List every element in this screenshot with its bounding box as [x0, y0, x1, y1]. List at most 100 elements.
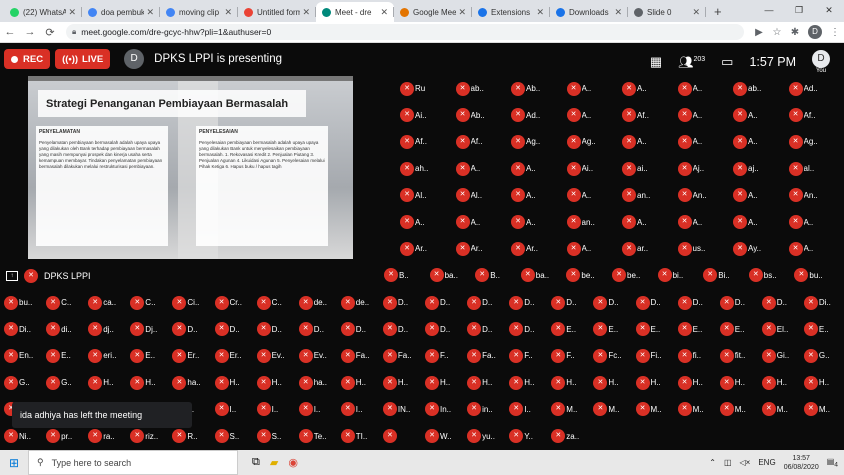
extensions-icon[interactable]: ✱ — [786, 27, 804, 38]
browser-tab[interactable]: Slide 0 ✕ — [628, 2, 706, 22]
participant-tile[interactable]: ✕ B.. — [475, 263, 514, 288]
tray-arrow-icon[interactable]: ⌃ — [709, 458, 716, 467]
participant-tile[interactable]: ✕ Ad.. — [788, 76, 828, 101]
participant-tile[interactable]: ✕ M.. — [551, 397, 590, 422]
participant-tile[interactable]: ✕ Af.. — [400, 129, 439, 154]
participant-tile[interactable]: ✕ H.. — [593, 370, 632, 395]
browser-tab[interactable]: Untitled form ✕ — [238, 2, 316, 22]
participant-tile[interactable]: ✕ H.. — [719, 370, 759, 395]
participant-tile[interactable]: ✕ D.. — [467, 290, 506, 315]
task-view-icon[interactable]: ⧉ — [252, 456, 260, 469]
participant-tile[interactable]: ✕ A.. — [733, 129, 772, 154]
participant-tile[interactable]: ✕ D.. — [172, 317, 211, 342]
browser-tab[interactable]: (22) WhatsApp✕ — [4, 2, 82, 22]
close-tab-icon[interactable]: ✕ — [224, 7, 232, 18]
participant-tile[interactable]: ✕ A.. — [622, 129, 661, 154]
participant-tile[interactable]: ✕ M.. — [719, 397, 759, 422]
participant-tile[interactable]: ✕ an.. — [566, 210, 606, 235]
participant-tile[interactable]: ✕ D.. — [593, 290, 632, 315]
star-icon[interactable]: ☆ — [768, 27, 786, 38]
participant-tile[interactable]: ✕ D.. — [425, 290, 464, 315]
self-avatar[interactable]: D You — [812, 50, 830, 74]
participant-tile[interactable]: ✕ Af.. — [788, 103, 828, 128]
network-icon[interactable]: ◫ — [724, 458, 732, 467]
participant-tile[interactable]: ✕ bu.. — [4, 290, 43, 315]
participant-tile[interactable]: ✕ H.. — [467, 370, 506, 395]
participant-tile[interactable]: ✕ H.. — [677, 370, 717, 395]
participant-tile[interactable]: ✕ Dj.. — [130, 317, 169, 342]
present-screen-icon[interactable]: ↑ — [6, 271, 18, 281]
menu-icon[interactable]: ⋮ — [826, 27, 844, 38]
participant-tile[interactable]: ✕ M.. — [803, 397, 843, 422]
participant-tile[interactable]: ✕ D.. — [298, 317, 338, 342]
participant-tile[interactable]: ✕ H.. — [803, 370, 843, 395]
participant-tile[interactable]: ✕ Te.. — [298, 424, 338, 449]
participant-tile[interactable]: ✕ A.. — [677, 210, 717, 235]
participant-tile[interactable]: ✕ A.. — [566, 236, 606, 261]
participant-tile[interactable]: ✕ E.. — [593, 317, 632, 342]
participant-tile[interactable]: ✕ Ai.. — [566, 156, 606, 181]
participant-tile[interactable]: ✕ E.. — [635, 317, 675, 342]
participant-tile[interactable]: ✕ za.. — [551, 424, 590, 449]
participant-tile[interactable]: ✕ Ev.. — [298, 343, 338, 368]
participant-tile[interactable]: ✕ Fc.. — [593, 343, 632, 368]
close-tab-icon[interactable]: ✕ — [68, 7, 76, 18]
participant-tile[interactable]: ✕ Ag.. — [566, 129, 606, 154]
participant-tile[interactable]: ✕ D.. — [719, 290, 759, 315]
participant-tile[interactable]: ✕ A.. — [788, 210, 828, 235]
participant-tile[interactable]: ✕ G.. — [46, 370, 85, 395]
participant-tile[interactable]: ✕ Ev.. — [256, 343, 296, 368]
participant-tile[interactable]: ✕ G.. — [4, 370, 43, 395]
participant-tile[interactable]: ✕ Fa.. — [382, 343, 422, 368]
close-tab-icon[interactable]: ✕ — [458, 7, 466, 18]
participant-tile[interactable]: ✕ D.. — [551, 290, 590, 315]
participant-tile[interactable]: ✕ A.. — [455, 210, 495, 235]
participant-tile[interactable]: ✕ A.. — [566, 76, 606, 101]
participant-tile[interactable]: ✕ D.. — [509, 290, 548, 315]
participant-tile[interactable]: ✕ D.. — [677, 290, 717, 315]
participant-tile[interactable]: ✕ H.. — [551, 370, 590, 395]
chat-icon[interactable]: ▭ — [721, 54, 733, 70]
participant-tile[interactable]: ✕ A.. — [622, 76, 661, 101]
participant-tile[interactable]: ✕I.. — [340, 397, 380, 422]
participant-tile[interactable]: ✕ G.. — [803, 343, 843, 368]
participant-tile[interactable]: ✕ Di.. — [803, 290, 843, 315]
participant-tile[interactable]: ✕ Ci.. — [172, 290, 211, 315]
participant-tile[interactable]: ✕ W.. — [425, 424, 464, 449]
participant-tile[interactable]: ✕ A.. — [566, 183, 606, 208]
participant-tile[interactable]: ✕ F.. — [551, 343, 590, 368]
participant-tile[interactable]: ✕ H.. — [761, 370, 801, 395]
participant-tile[interactable]: ✕ in.. — [467, 397, 506, 422]
taskbar-clock[interactable]: 13:57 06/08/2020 — [784, 454, 819, 472]
participant-tile[interactable]: ✕ D.. — [467, 317, 506, 342]
participant-tile[interactable]: ✕ H.. — [130, 370, 169, 395]
participant-tile[interactable]: ✕ aj.. — [733, 156, 772, 181]
participant-tile[interactable]: ✕ Di.. — [4, 317, 43, 342]
participant-tile[interactable]: ✕ A.. — [455, 156, 495, 181]
participant-tile[interactable]: ✕ Er.. — [172, 343, 211, 368]
participant-tile[interactable]: ✕I.. — [298, 397, 338, 422]
participant-tile[interactable]: ✕ Ai.. — [400, 103, 439, 128]
close-tab-icon[interactable]: ✕ — [536, 7, 544, 18]
participant-tile[interactable]: ✕ Ag.. — [511, 129, 550, 154]
participant-tile[interactable]: ✕ En.. — [4, 343, 43, 368]
participant-tile[interactable]: ✕ E.. — [46, 343, 85, 368]
participant-tile[interactable]: ✕ TI.. — [340, 424, 380, 449]
participant-tile[interactable]: ✕ D.. — [635, 290, 675, 315]
participant-tile[interactable]: ✕ H.. — [256, 370, 296, 395]
participant-tile[interactable]: ✕ A.. — [677, 76, 717, 101]
browser-tab[interactable]: Extensions ✕ — [472, 2, 550, 22]
participant-tile[interactable]: ✕ Al.. — [400, 183, 439, 208]
participant-tile[interactable]: ✕ E.. — [803, 317, 843, 342]
chrome-icon[interactable]: ◉ — [288, 456, 298, 469]
participant-tile[interactable]: ✕ H.. — [635, 370, 675, 395]
participant-tile[interactable]: ✕ C.. — [256, 290, 296, 315]
participant-tile[interactable]: ✕I.. — [509, 397, 548, 422]
participant-tile[interactable]: ✕ Ar.. — [400, 236, 439, 261]
participant-tile[interactable]: ✕ Aj.. — [677, 156, 717, 181]
participant-tile[interactable]: ✕ H.. — [509, 370, 548, 395]
participant-tile[interactable]: ✕ An.. — [788, 183, 828, 208]
participant-tile[interactable]: ✕ H.. — [382, 370, 422, 395]
participant-tile[interactable]: ✕ Fa.. — [340, 343, 380, 368]
profile-avatar[interactable]: D — [808, 25, 822, 39]
